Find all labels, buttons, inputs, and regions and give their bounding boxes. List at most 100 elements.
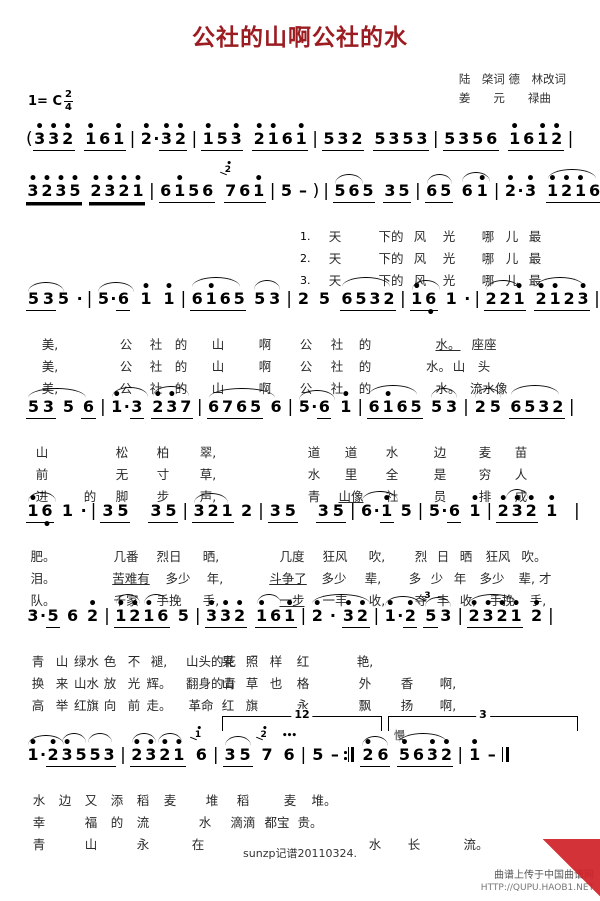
note: • 1 <box>251 172 266 203</box>
lyric-syllable: 堆 <box>205 793 219 808</box>
lyric-syllable: 的 <box>358 337 372 352</box>
note: • 2 <box>252 120 267 151</box>
lyric-syllable: 来 <box>55 676 69 691</box>
time-signature: 2 4 <box>64 90 73 113</box>
note-with-grace: • 2 7 <box>219 160 238 203</box>
note-with-grace: • 2 7 <box>255 725 275 766</box>
note: 5 <box>330 500 346 523</box>
note: • 2 <box>360 736 376 767</box>
lyric-syllable: 流 <box>136 815 150 830</box>
lyric-syllable: 稻 <box>236 793 250 808</box>
note: • 2 <box>40 172 54 203</box>
lyric-syllable: 山 <box>452 359 466 374</box>
note: 6 <box>508 396 523 419</box>
sustain-dash: – <box>325 745 345 764</box>
note: 6 <box>317 396 332 419</box>
lyric-syllable: 全 <box>385 467 399 482</box>
lyric-syllable: 天 <box>328 251 342 266</box>
note: 3 <box>267 500 283 523</box>
lyric-syllable: 水 <box>385 445 399 460</box>
note: 5 <box>254 289 266 308</box>
note: 3 <box>222 744 238 767</box>
staff-line-6: 3 · 5 6 • 2 | • 1 • 2 • 1 6 5 | • 3 • 3 • 2 • 1 6 • 1 | … <box>0 592 600 651</box>
volta-bracket-3: 3 <box>388 709 578 731</box>
corner-ribbon-decoration <box>538 839 600 901</box>
lyric-syllable: 飘 <box>358 698 372 713</box>
note: • 2 <box>117 172 131 203</box>
lyric-syllable: 最 <box>528 229 542 244</box>
lyric-syllable: 烈日 <box>156 549 182 564</box>
note: 6 <box>521 128 536 151</box>
note: 5 <box>298 397 310 416</box>
lyric-syllable: 狂风 <box>485 549 511 564</box>
note: 6 <box>268 605 283 628</box>
note: • 3 <box>204 597 219 628</box>
lyric-syllable: 是 <box>433 467 447 482</box>
lyric-syllable: 苗 <box>514 445 528 460</box>
barline: | <box>287 397 294 417</box>
note: 3 <box>192 500 207 523</box>
note: • 2 <box>496 492 511 523</box>
lyric-syllable: 哪 <box>481 229 495 244</box>
note: • 2 <box>157 736 172 767</box>
lyric-syllable: 的 <box>358 359 372 374</box>
lyric-syllable: 光 <box>442 251 456 266</box>
lyric-syllable: 红 <box>296 654 310 669</box>
note: 5 <box>400 128 415 151</box>
note: • 1 <box>409 280 424 311</box>
volta-label: 3 <box>476 709 490 721</box>
note: 1 <box>61 501 74 520</box>
lyric-syllable: 多少 <box>479 571 505 586</box>
note: • 1 <box>140 279 152 308</box>
lyric-syllable: 麦 <box>478 445 492 460</box>
note: • 1 <box>201 120 216 151</box>
barline: | <box>373 606 380 626</box>
lyric-syllable: 幸 <box>32 815 46 830</box>
lyric-syllable: 换 <box>31 676 45 691</box>
note: • 2 <box>467 597 482 628</box>
lyric-syllable: 儿 <box>505 229 519 244</box>
note: • 2 <box>355 597 370 628</box>
note: • 2 <box>549 120 564 151</box>
lyrics-row: 山 松 柏 翠, 道 道 水 边 麦 苗 <box>0 442 600 464</box>
lyric-syllable: 烈 <box>414 549 428 564</box>
note: 2 <box>241 501 253 520</box>
lyric-syllable: 辈, <box>364 571 382 586</box>
note: 5 <box>46 605 61 628</box>
lyric-syllable: 美, <box>41 337 59 352</box>
page-title: 公社的山啊公社的水 <box>192 25 408 51</box>
note: 3 <box>367 288 382 311</box>
note: 5 <box>232 288 247 311</box>
lyric-syllable: 年 <box>453 571 467 586</box>
note: • 1 <box>131 172 145 203</box>
note: • 2 <box>89 172 103 203</box>
sustain-dash: – <box>482 745 502 764</box>
note: • 1 <box>254 597 269 628</box>
note: • 2 <box>60 120 75 151</box>
lyric-syllable: 社 <box>330 359 344 374</box>
lyric-syllable: 斗争了 <box>269 571 307 586</box>
lyric-syllable: 下的 <box>378 229 404 244</box>
note: • 1 <box>545 172 560 203</box>
note: • 1 <box>294 120 309 151</box>
lyric-syllable: 山头的花 <box>186 654 237 669</box>
lyric-syllable: 柏 <box>156 445 170 460</box>
verse-number: 1. <box>300 230 311 243</box>
lyric-syllable: 公 <box>299 337 313 352</box>
note: • 3 <box>524 171 537 200</box>
lyric-syllable: 公 <box>119 337 133 352</box>
note: 5 <box>97 289 109 308</box>
note: 3 <box>315 500 331 523</box>
note-with-grace: • 1 6 <box>189 725 209 766</box>
note: • 1 <box>171 736 186 767</box>
note: 5 <box>400 501 412 520</box>
lyric-syllable: 绿水 <box>74 654 100 669</box>
note: 6 <box>270 397 282 416</box>
barline: | <box>258 501 264 521</box>
lyrics-row: 肥。 几番 烈日 晒, 几度 狂风 吹, 烈 日 晒 狂风 吹。 <box>0 546 600 568</box>
note: 5 <box>438 180 453 203</box>
note-with-grace: 35 <box>419 592 439 628</box>
barline: | <box>212 745 219 765</box>
lyrics-row: 美, 公 社 的 山 啊 公 社 的 水。 座座 <box>0 334 600 356</box>
note: • 3 <box>103 172 117 203</box>
